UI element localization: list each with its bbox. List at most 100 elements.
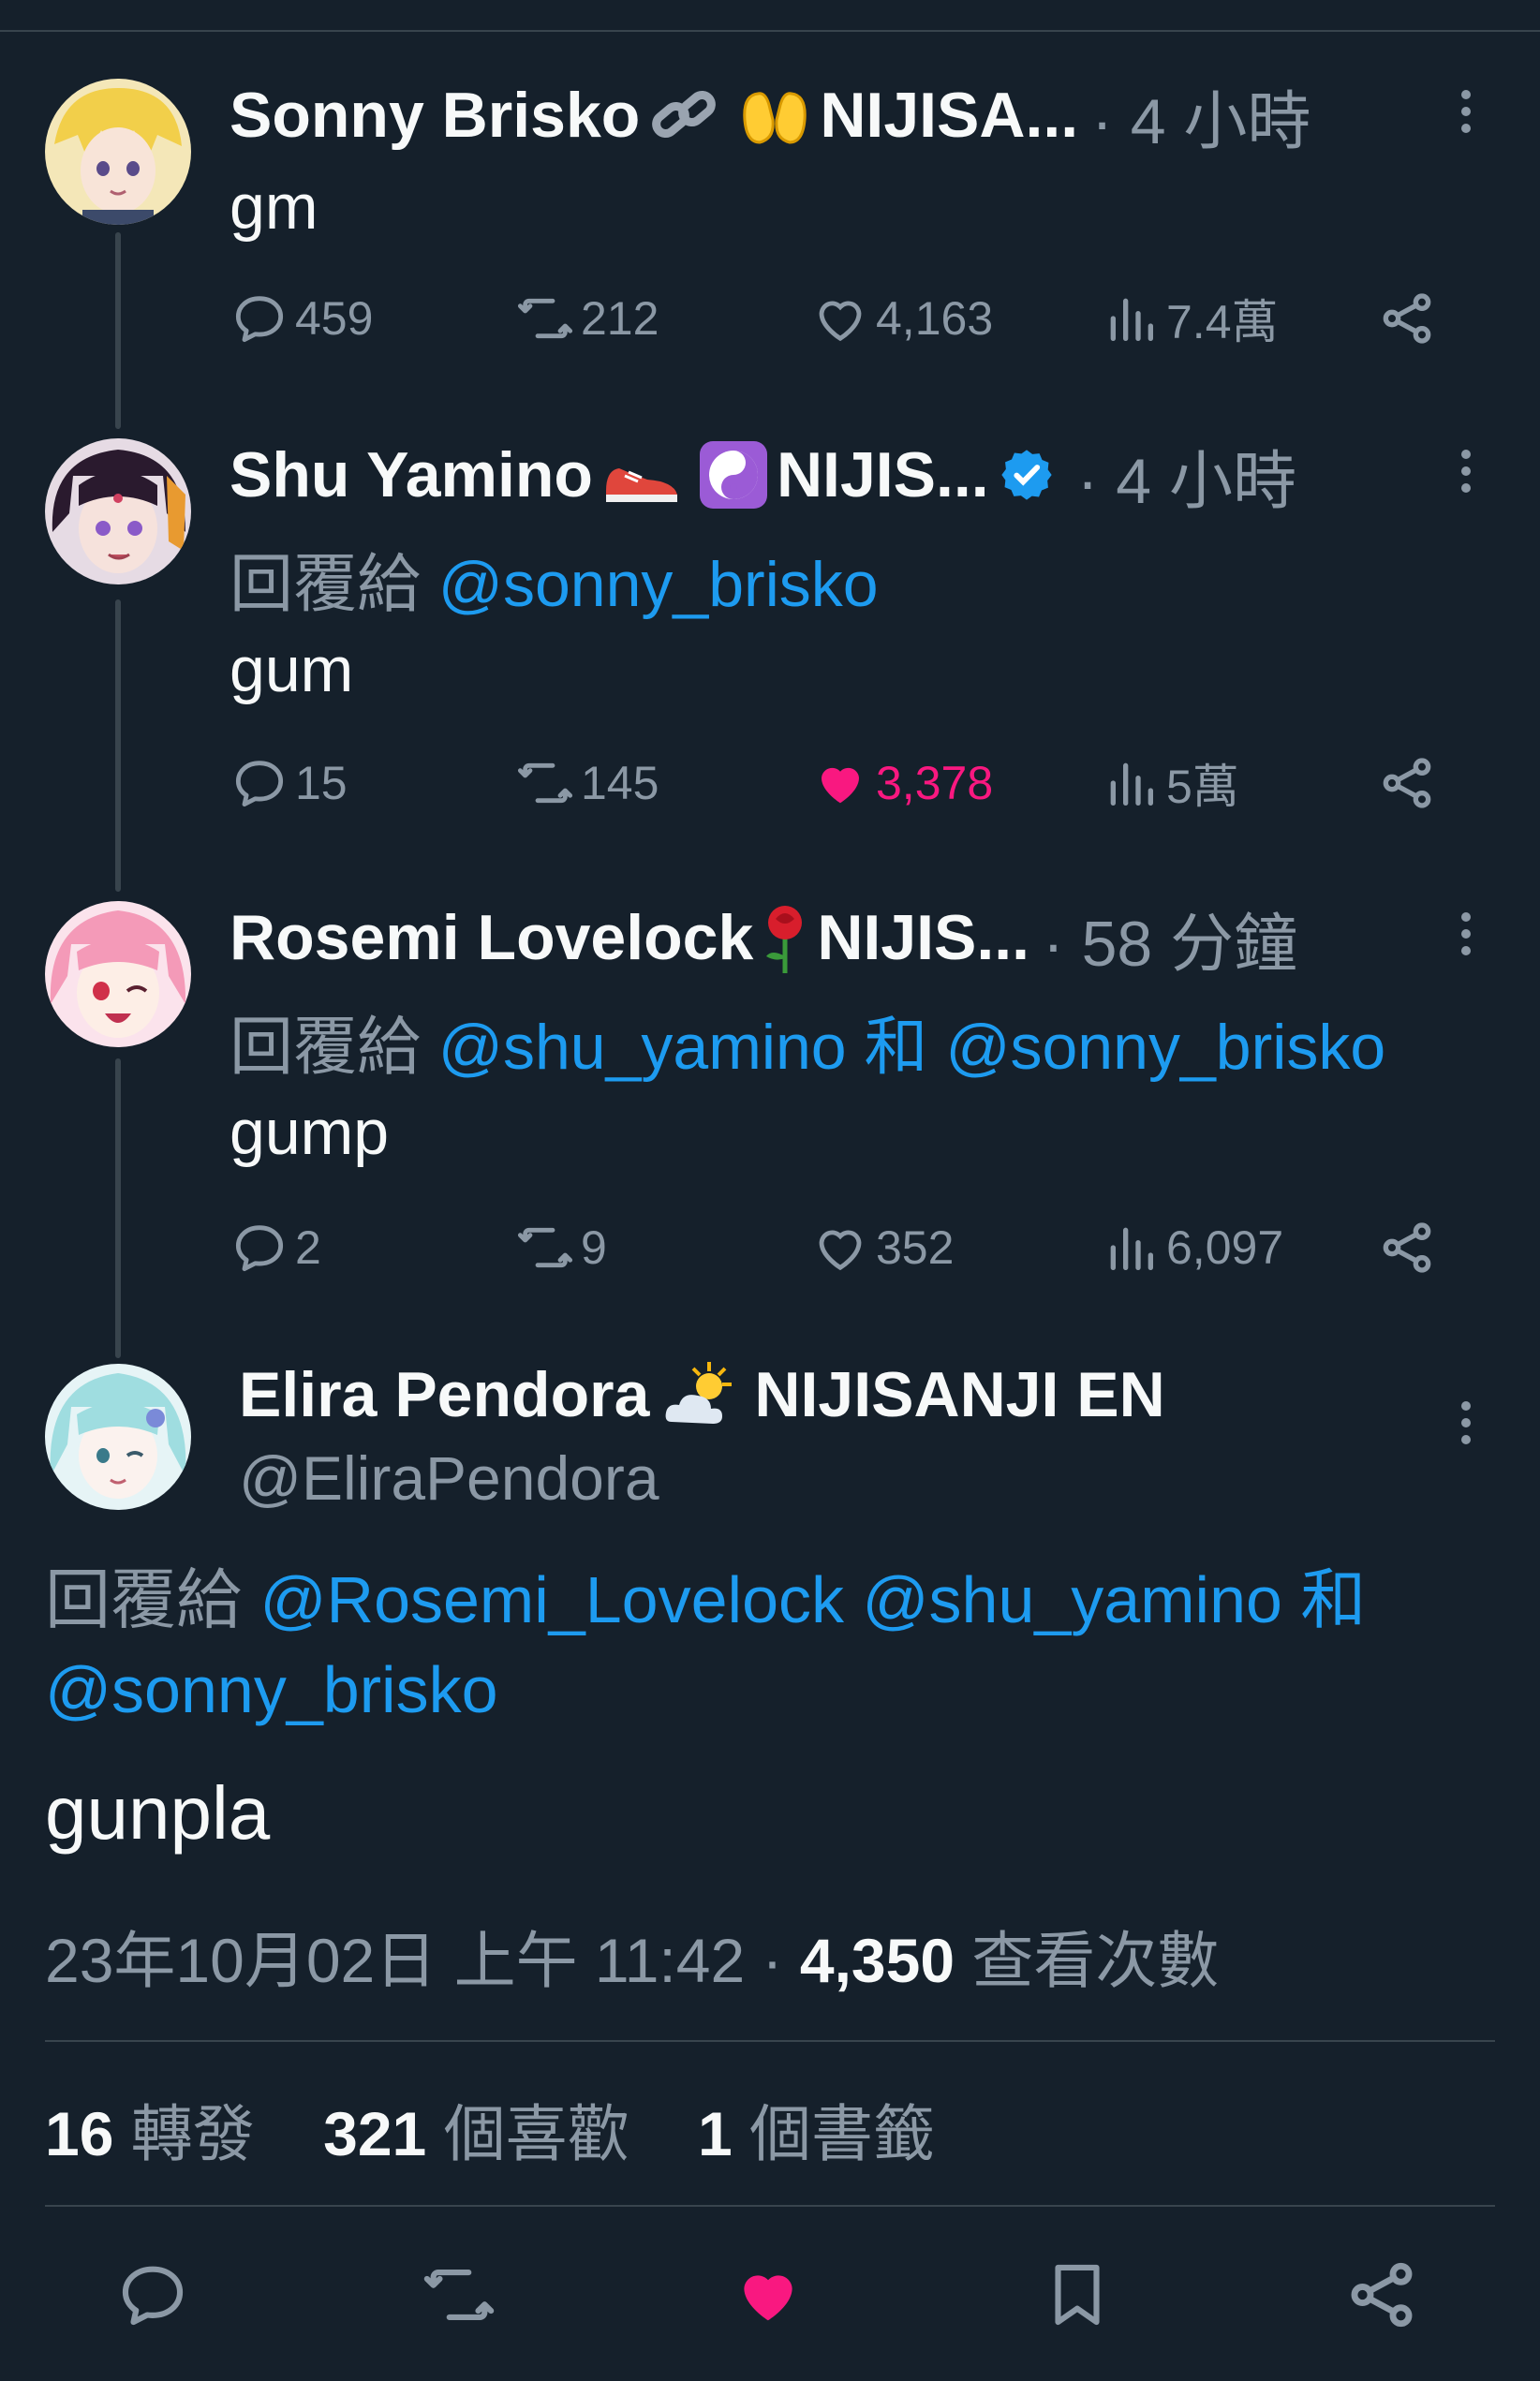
share-button[interactable] bbox=[1377, 1210, 1437, 1285]
view-count: 6,097 bbox=[1166, 1221, 1284, 1274]
like-button[interactable] bbox=[721, 2248, 815, 2342]
view-count: 7.4萬 bbox=[1166, 296, 1279, 348]
more-options-icon[interactable] bbox=[1447, 901, 1485, 967]
display-name[interactable]: Elira Pendora bbox=[239, 1358, 649, 1431]
retweets-stat[interactable]: 16 轉發 bbox=[45, 2099, 255, 2168]
affiliation-label: NIJIS... bbox=[817, 902, 1030, 973]
sun-cloud-emoji-icon bbox=[662, 1360, 741, 1429]
views-button[interactable]: 5萬 bbox=[1101, 746, 1239, 821]
analytics-icon bbox=[1110, 298, 1153, 341]
like-button[interactable]: 4,163 bbox=[810, 281, 993, 356]
like-count: 352 bbox=[876, 1221, 955, 1274]
reply-icon bbox=[235, 296, 284, 343]
tweet-timestamp-row: 23年10月02日 上午 11:42 · 4,350 查看次數 bbox=[45, 1911, 1219, 2001]
bookmark-icon bbox=[1055, 2264, 1100, 2326]
bookmark-button[interactable] bbox=[1030, 2248, 1124, 2342]
like-count: 321 bbox=[323, 2099, 427, 2168]
reply-count: 2 bbox=[295, 1221, 321, 1274]
display-name[interactable]: Shu Yamino bbox=[230, 438, 593, 511]
more-options-icon[interactable] bbox=[1447, 79, 1485, 144]
bookmarks-stat[interactable]: 1 個書籤 bbox=[698, 2099, 935, 2168]
mention-joiner: 和 bbox=[1300, 1563, 1367, 1636]
like-label: 個喜歡 bbox=[443, 2099, 629, 2168]
tweet-actions: 459 212 4,163 7.4萬 bbox=[230, 281, 1457, 356]
engagement-stats: 16 轉發 321 個喜歡 1 個書籤 bbox=[45, 2084, 935, 2174]
tweet-header: Rosemi Lovelock NIJIS... · 58 分鐘 bbox=[230, 895, 1297, 980]
avatar-elira[interactable] bbox=[45, 1364, 191, 1510]
display-name[interactable]: Rosemi Lovelock bbox=[230, 901, 753, 974]
tweet-date[interactable]: 23年10月02日 上午 11:42 bbox=[45, 1926, 745, 1995]
retweet-button[interactable]: 145 bbox=[515, 746, 659, 821]
reply-button[interactable] bbox=[106, 2248, 200, 2342]
views-button[interactable]: 7.4萬 bbox=[1101, 281, 1279, 356]
raised-hands-emoji-icon bbox=[737, 82, 812, 148]
retweet-button[interactable]: 9 bbox=[515, 1210, 607, 1285]
share-icon bbox=[1351, 2262, 1413, 2328]
avatar-sonny[interactable] bbox=[45, 79, 191, 225]
mention-link[interactable]: @sonny_brisko bbox=[945, 1012, 1385, 1083]
share-button[interactable] bbox=[1377, 746, 1437, 821]
yin-yang-emoji-icon bbox=[698, 439, 769, 510]
reply-count: 459 bbox=[295, 292, 374, 345]
view-count: 4,350 bbox=[799, 1926, 955, 1995]
share-button[interactable] bbox=[1335, 2248, 1429, 2342]
main-tweet-text: gunpla bbox=[45, 1771, 271, 1855]
tweet-text: gump bbox=[230, 1097, 390, 1168]
reply-label: 回覆給 bbox=[45, 1563, 242, 1636]
sneaker-emoji-icon bbox=[600, 442, 683, 508]
divider bbox=[45, 2205, 1495, 2207]
thread-connector bbox=[115, 232, 121, 429]
tweet-text: gm bbox=[230, 171, 318, 243]
views-button[interactable]: 6,097 bbox=[1101, 1210, 1283, 1285]
like-button[interactable]: 3,378 bbox=[810, 746, 993, 821]
reply-button[interactable]: 459 bbox=[230, 281, 373, 356]
tweet-actions: 15 145 3,378 5萬 bbox=[230, 746, 1457, 821]
retweet-count: 16 bbox=[45, 2099, 114, 2168]
reply-button[interactable]: 15 bbox=[230, 746, 348, 821]
reply-label: 回覆給 bbox=[230, 549, 422, 620]
retweet-button[interactable]: 212 bbox=[515, 281, 659, 356]
mention-link[interactable]: @shu_yamino bbox=[862, 1563, 1282, 1636]
heart-filled-icon bbox=[822, 767, 859, 804]
heart-icon bbox=[819, 1230, 862, 1271]
timestamp[interactable]: · 4 小時 bbox=[1077, 429, 1296, 522]
replying-to: 回覆給 @shu_yamino 和 @sonny_brisko bbox=[230, 995, 1385, 1087]
main-tweet-author: Elira Pendora NIJISANJI EN bbox=[239, 1358, 1165, 1431]
like-button[interactable]: 352 bbox=[810, 1210, 954, 1285]
avatar-rosemi[interactable] bbox=[45, 901, 191, 1047]
bookmark-label: 個書籤 bbox=[749, 2099, 936, 2168]
share-icon bbox=[1383, 758, 1431, 808]
retweet-count: 212 bbox=[581, 292, 659, 345]
mention-link[interactable]: @Rosemi_Lovelock bbox=[259, 1563, 844, 1636]
avatar-shu[interactable] bbox=[45, 438, 191, 584]
timestamp[interactable]: · 58 分鐘 bbox=[1043, 892, 1297, 984]
more-options-icon[interactable] bbox=[1447, 1390, 1485, 1456]
mention-link[interactable]: @sonny_brisko bbox=[438, 549, 879, 620]
display-name[interactable]: Sonny Brisko bbox=[230, 79, 640, 152]
retweet-icon bbox=[517, 298, 573, 339]
retweet-count: 9 bbox=[581, 1221, 607, 1274]
bookmark-count: 1 bbox=[697, 2099, 733, 2168]
reply-icon bbox=[235, 761, 284, 807]
share-button[interactable] bbox=[1377, 281, 1437, 356]
top-divider bbox=[0, 30, 1540, 32]
timestamp[interactable]: · 4 小時 bbox=[1091, 69, 1310, 162]
affiliation-label: NIJIS... bbox=[776, 439, 989, 510]
more-options-icon[interactable] bbox=[1447, 438, 1485, 504]
user-handle[interactable]: @EliraPendora bbox=[239, 1442, 659, 1514]
analytics-icon bbox=[1110, 762, 1153, 806]
likes-stat[interactable]: 321 個喜歡 bbox=[323, 2099, 629, 2168]
share-icon bbox=[1383, 293, 1431, 344]
reply-button[interactable]: 2 bbox=[230, 1210, 321, 1285]
view-count: 5萬 bbox=[1166, 761, 1239, 813]
analytics-icon bbox=[1110, 1227, 1153, 1270]
rose-emoji-icon bbox=[757, 900, 813, 975]
heart-icon bbox=[819, 301, 862, 342]
tweet-actions: 2 9 352 6,097 bbox=[230, 1210, 1457, 1285]
tweet-header: Shu Yamino NIJIS... · 4 小時 bbox=[230, 433, 1296, 517]
mention-link[interactable]: @shu_yamino bbox=[438, 1012, 847, 1083]
retweet-button[interactable] bbox=[412, 2248, 506, 2342]
tweet-text: gum bbox=[230, 634, 354, 705]
link-emoji-icon bbox=[647, 82, 722, 148]
mention-link[interactable]: @sonny_brisko bbox=[45, 1653, 498, 1726]
